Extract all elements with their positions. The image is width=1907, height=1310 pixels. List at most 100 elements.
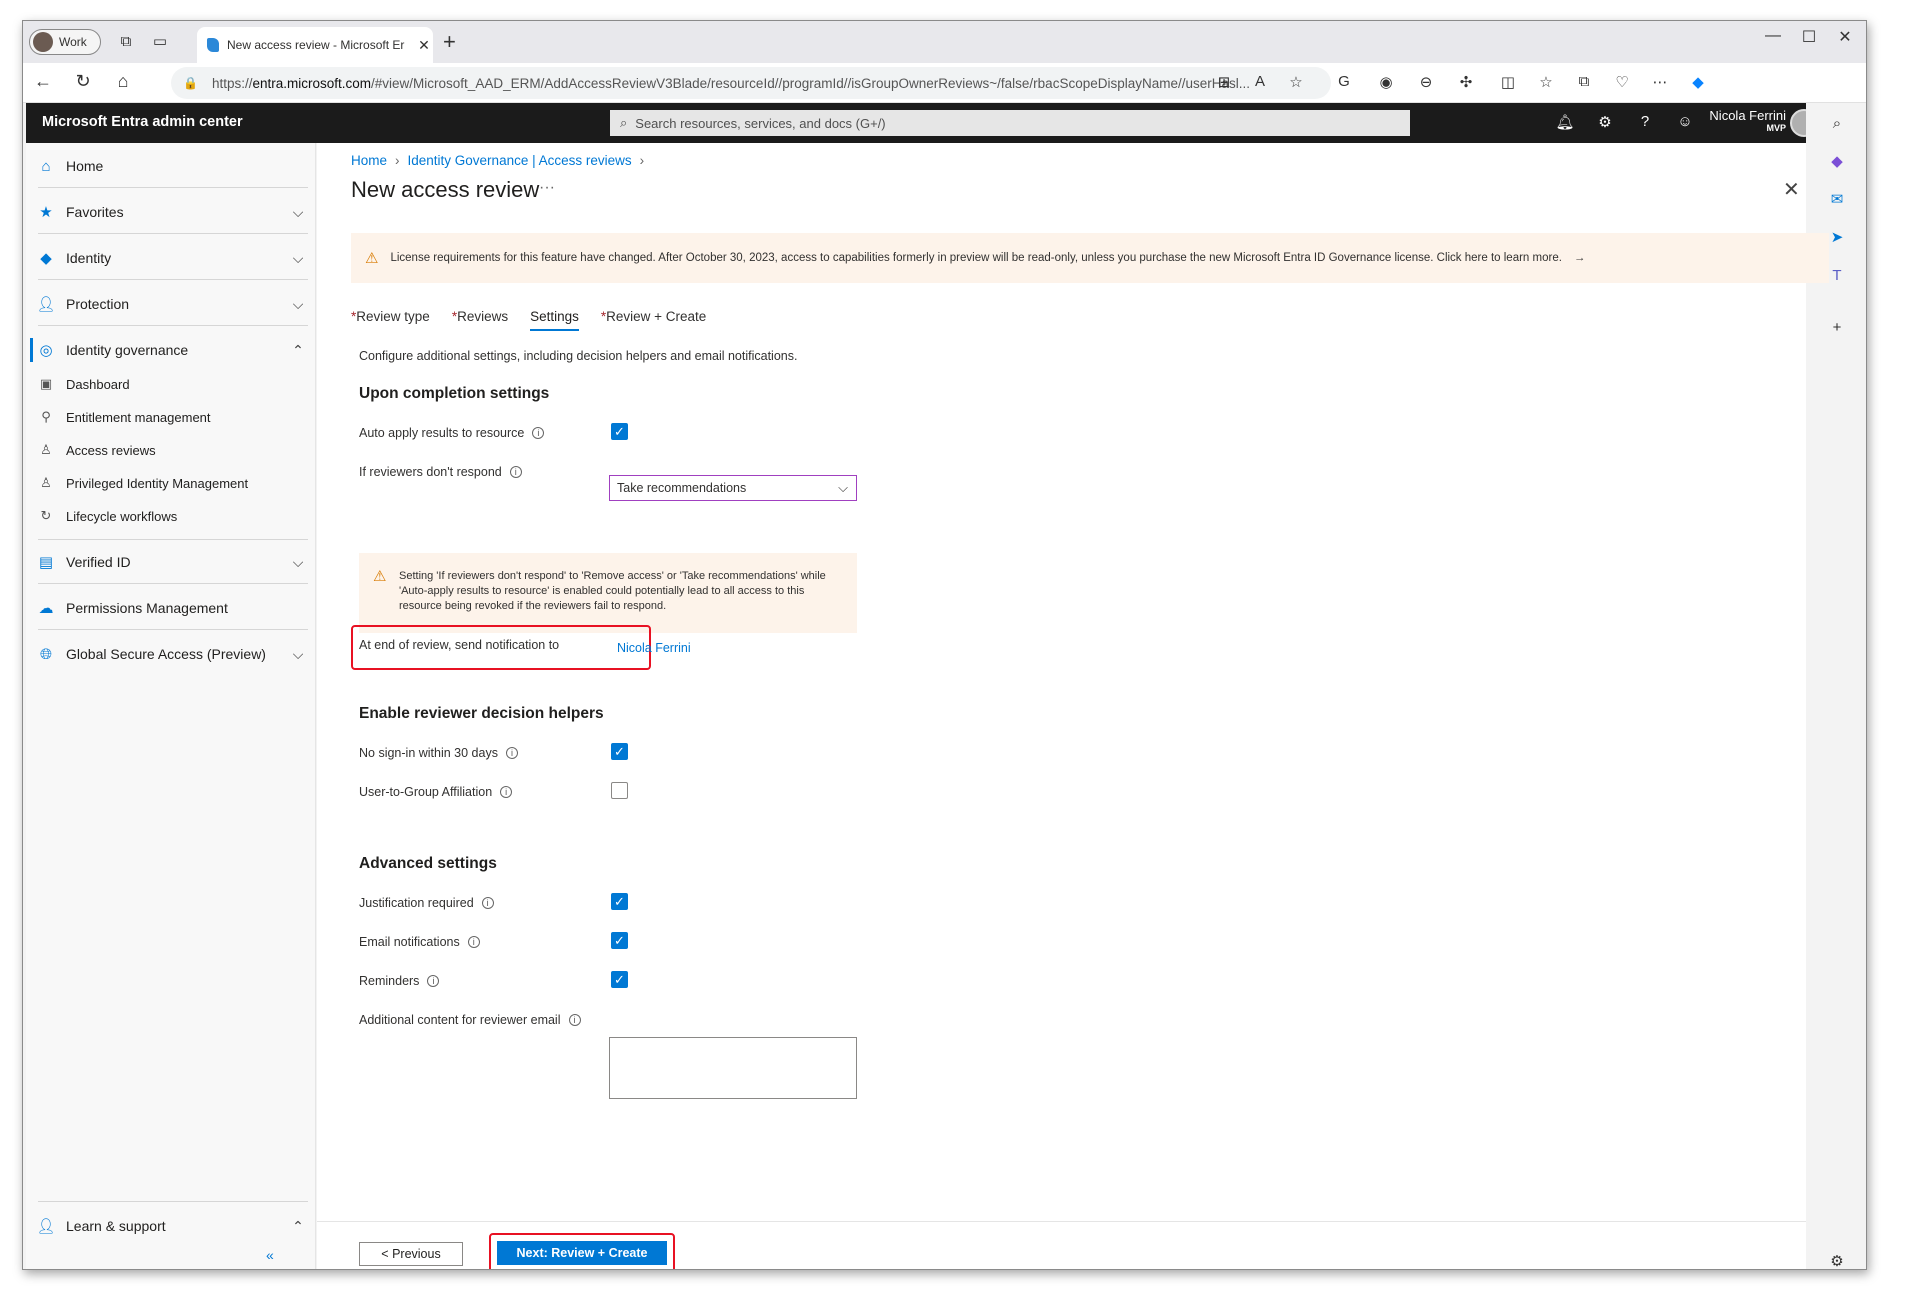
copilot-icon[interactable]: ◆ — [1826, 151, 1848, 173]
nav-lifecycle[interactable]: ↻ Lifecycle workflows — [26, 503, 316, 529]
teams-icon[interactable]: T — [1826, 265, 1848, 287]
tab-reviews[interactable]: *Reviews — [452, 309, 508, 331]
read-aloud-icon[interactable]: A — [1249, 73, 1271, 90]
chevron-down-icon: ⌵ — [292, 553, 304, 570]
close-icon[interactable]: ✕ — [1783, 177, 1800, 202]
outlook-icon[interactable]: ✉ — [1826, 189, 1848, 211]
pim-icon: ♙ — [40, 475, 52, 490]
reminders-checkbox[interactable]: ✓ — [611, 971, 628, 988]
nav-favorites[interactable]: ★ Favorites ⌵ — [26, 197, 316, 227]
app-available-icon[interactable]: ⊞ — [1213, 73, 1235, 91]
cloud-icon: ☁ — [38, 600, 54, 617]
collapse-nav-icon[interactable]: « — [266, 1247, 274, 1263]
add-icon[interactable]: + — [1826, 317, 1848, 339]
label-text: Justification required — [359, 896, 474, 910]
tab-review-type[interactable]: *Review type — [351, 309, 430, 331]
warning-icon: ⚠ — [365, 250, 379, 267]
favorites-icon[interactable]: ☆ — [1535, 73, 1557, 91]
collections-icon[interactable]: ⧉ — [1573, 73, 1595, 90]
email-checkbox[interactable]: ✓ — [611, 932, 628, 949]
info-icon[interactable]: i — [509, 466, 522, 478]
dashboard-icon: ▣ — [39, 376, 53, 391]
nav-learn-support[interactable]: 👤︎ Learn & support ⌃ — [26, 1211, 316, 1241]
nav-verified-id[interactable]: ▤ Verified ID ⌵ — [26, 547, 316, 577]
portal-search[interactable]: ⌕ Search resources, services, and docs (… — [610, 110, 1410, 136]
if-no-respond-label: If reviewers don't respond i — [359, 465, 522, 479]
previous-button[interactable]: < Previous — [359, 1242, 463, 1266]
nav-access-reviews[interactable]: ♙ Access reviews — [26, 437, 316, 463]
nav-label: Dashboard — [66, 376, 130, 392]
settings-icon[interactable]: ⚙ — [1826, 1251, 1848, 1269]
nav-identity[interactable]: ◆ Identity ⌵ — [26, 243, 316, 273]
nav-home[interactable]: ⌂ Home — [26, 151, 316, 181]
split-screen-icon[interactable]: ◫ — [1497, 73, 1519, 91]
affiliation-label: User-to-Group Affiliation i — [359, 785, 513, 799]
send-icon[interactable]: ➤ — [1826, 227, 1848, 249]
label-text: Email notifications — [359, 935, 460, 949]
breadcrumb-access-reviews[interactable]: Identity Governance | Access reviews — [408, 153, 632, 168]
info-icon[interactable]: i — [505, 747, 518, 759]
auto-apply-label: Auto apply results to resource i — [359, 426, 545, 440]
new-tab-icon[interactable]: + — [443, 29, 456, 55]
back-icon[interactable]: ← — [31, 71, 55, 92]
browser-tab[interactable]: New access review - Microsoft Er ✕ — [197, 27, 433, 63]
portal-brand[interactable]: Microsoft Entra admin center — [42, 114, 243, 130]
search-icon[interactable]: ⌕ — [1826, 113, 1848, 135]
close-window-icon[interactable]: ✕ — [1825, 27, 1865, 47]
tab-title: New access review - Microsoft Er — [227, 38, 405, 52]
more-options-icon[interactable]: ··· — [539, 179, 555, 197]
nav-label: Identity — [66, 250, 112, 266]
user-menu[interactable]: Nicola Ferrini MVP — [1706, 108, 1786, 133]
close-tab-icon[interactable]: ✕ — [415, 37, 433, 54]
nav-entitlement[interactable]: ⚲ Entitlement management — [26, 404, 316, 430]
minimize-icon[interactable]: — — [1753, 27, 1793, 45]
tab-actions-icon[interactable]: ▭ — [149, 31, 171, 53]
nav-pim[interactable]: ♙ Privileged Identity Management — [26, 470, 316, 496]
browser-essentials-icon[interactable]: ♡ — [1611, 73, 1633, 91]
extension-icon[interactable]: ⊖ — [1415, 73, 1437, 91]
info-icon[interactable]: i — [568, 1014, 581, 1026]
governance-icon: ◎ — [39, 342, 53, 359]
notifications-icon[interactable]: 🔔︎ — [1554, 113, 1576, 131]
additional-content-textarea[interactable] — [609, 1037, 857, 1099]
if-no-respond-dropdown[interactable]: Take recommendations ⌵ — [609, 475, 857, 501]
lock-icon: 🔒 — [183, 76, 198, 90]
extensions-icon[interactable]: ✣ — [1455, 73, 1477, 91]
favorite-star-icon[interactable]: ☆ — [1285, 73, 1307, 91]
url-field[interactable]: 🔒 https://entra.microsoft.com/#view/Micr… — [171, 67, 1331, 99]
copilot-icon[interactable]: ◆ — [1687, 73, 1709, 91]
info-icon[interactable]: i — [500, 786, 513, 798]
more-icon[interactable]: ⋯ — [1649, 73, 1671, 91]
nav-permissions[interactable]: ☁ Permissions Management — [26, 593, 316, 623]
profile-button[interactable]: Work — [29, 29, 101, 55]
password-ext-icon[interactable]: ◉ — [1375, 73, 1397, 91]
help-icon[interactable]: ? — [1634, 113, 1656, 130]
info-icon[interactable]: i — [467, 936, 480, 948]
nav-protection[interactable]: 👤︎ Protection ⌵ — [26, 289, 316, 319]
chevron-down-icon: ⌵ — [292, 295, 304, 312]
license-banner[interactable]: ⚠ License requirements for this feature … — [351, 233, 1829, 283]
notify-recipient-link[interactable]: Nicola Ferrini — [617, 641, 691, 655]
info-icon[interactable]: i — [481, 897, 494, 909]
google-ext-icon[interactable]: G — [1333, 73, 1355, 90]
tab-review-create[interactable]: *Review + Create — [601, 309, 706, 331]
justification-checkbox[interactable]: ✓ — [611, 893, 628, 910]
home-icon[interactable]: ⌂ — [111, 71, 135, 92]
nav-global-secure-access[interactable]: 🌐︎ Global Secure Access (Preview) ⌵ — [26, 639, 316, 669]
feedback-icon[interactable]: ☺ — [1674, 113, 1696, 130]
auto-apply-checkbox[interactable]: ✓ — [611, 423, 628, 440]
breadcrumb-separator-icon: › — [395, 153, 400, 168]
nav-identity-governance[interactable]: ◎ Identity governance ⌃ — [26, 335, 316, 365]
breadcrumb-home[interactable]: Home — [351, 153, 387, 168]
info-icon[interactable]: i — [427, 975, 440, 987]
no-signin-checkbox[interactable]: ✓ — [611, 743, 628, 760]
tab-settings[interactable]: Settings — [530, 309, 579, 331]
info-icon[interactable]: i — [532, 427, 545, 439]
maximize-icon[interactable]: ☐ — [1789, 27, 1829, 47]
next-review-create-button[interactable]: Next: Review + Create — [497, 1241, 667, 1265]
settings-icon[interactable]: ⚙ — [1594, 113, 1616, 131]
affiliation-checkbox[interactable] — [611, 782, 628, 799]
nav-dashboard[interactable]: ▣ Dashboard — [26, 371, 316, 397]
refresh-icon[interactable]: ↻ — [71, 71, 95, 92]
workspaces-icon[interactable]: ⧉ — [115, 31, 137, 53]
